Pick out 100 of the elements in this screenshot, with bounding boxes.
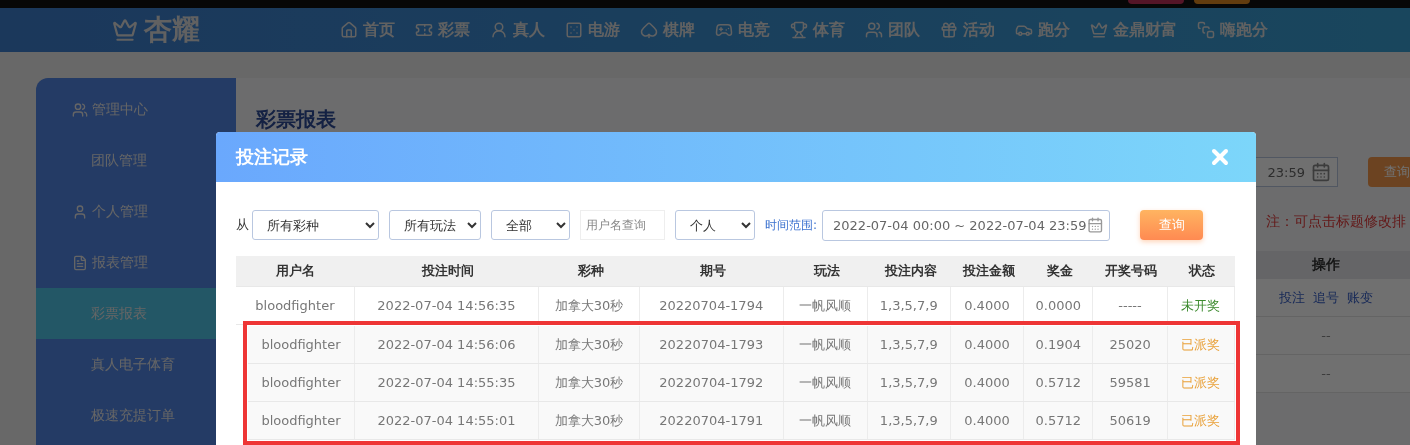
table-cell: 20220704-1792: [640, 364, 784, 401]
status-cell: 已派奖: [1167, 326, 1236, 363]
top-bar-tab[interactable]: [1128, 0, 1184, 4]
scope-select[interactable]: 个人: [675, 210, 755, 240]
table-cell: bloodfighter: [248, 364, 355, 401]
table-cell: 1,3,5,7,9: [867, 326, 951, 363]
nav-link[interactable]: 首页: [340, 19, 395, 41]
table-cell: 一帆风顺: [783, 287, 868, 324]
action-link[interactable]: 账变: [1347, 288, 1373, 307]
username-search-field[interactable]: 用户名查询: [580, 210, 665, 240]
date-range-field[interactable]: 2022-07-04 00:00 ~ 2022-07-04 23:59: [822, 209, 1111, 241]
action-link[interactable]: 投注: [1279, 288, 1305, 307]
from-label: 从: [236, 216, 249, 234]
table-cell: 0.4000: [950, 364, 1025, 401]
person-icon: [490, 21, 508, 39]
table-cell: -----: [1093, 287, 1168, 324]
dialog-title: 投注记录: [236, 145, 308, 169]
site-logo[interactable]: 杏耀: [144, 11, 200, 49]
table-cell: --: [1321, 328, 1331, 343]
sort-hint: 注：可点击标题修改排: [1266, 213, 1407, 231]
table-cell: 1,3,5,7,9: [867, 402, 951, 439]
table-cell: 59581: [1093, 364, 1168, 401]
column-header: 彩种: [576, 262, 605, 280]
table-cell: 0.5712: [1024, 402, 1094, 439]
search-button[interactable]: 查询: [1140, 210, 1204, 240]
column-header: 奖金: [1045, 262, 1074, 280]
dice-icon: [565, 21, 583, 39]
table-cell: bloodfighter: [248, 326, 355, 363]
table-cell: 1,3,5,7,9: [867, 287, 951, 324]
trophy-icon: [790, 21, 808, 39]
page-title: 彩票报表: [256, 106, 337, 133]
column-header: 投注金额: [961, 262, 1016, 280]
table-cell: 0.5712: [1024, 364, 1094, 401]
spade-icon: [640, 21, 658, 39]
top-bar-tab[interactable]: [1194, 0, 1250, 4]
time-range-label: 时间范围:: [765, 216, 818, 234]
table-cell: 20220704-1793: [640, 326, 784, 363]
calendar-icon: [1086, 215, 1104, 235]
table-cell: 20220704-1791: [640, 402, 784, 439]
nav-link[interactable]: 电竞: [715, 19, 770, 41]
filter-select[interactable]: 全部: [491, 210, 570, 240]
column-header: 投注内容: [883, 262, 938, 280]
team-icon: [72, 101, 88, 118]
table-cell: 2022-07-04 14:56:35: [354, 287, 539, 324]
nav-link[interactable]: 电游: [565, 19, 620, 41]
nav-link[interactable]: 彩票: [415, 19, 470, 41]
column-header: 投注时间: [420, 262, 475, 280]
table-cell: 25020: [1093, 326, 1168, 363]
search-button[interactable]: 查询: [1368, 157, 1410, 187]
table-cell: 0.1904: [1024, 326, 1094, 363]
table-cell: 2022-07-04 14:55:01: [354, 402, 540, 439]
document-icon: [72, 254, 88, 271]
table-cell: 20220704-1794: [639, 287, 784, 324]
status-cell: 未开奖: [1167, 287, 1235, 324]
table-cell: bloodfighter: [248, 402, 355, 439]
nav-link[interactable]: 真人: [490, 19, 545, 41]
status-cell: 已派奖: [1167, 402, 1236, 439]
nav-link[interactable]: 活动: [940, 19, 995, 41]
nav-link[interactable]: 体育: [790, 19, 845, 41]
table-cell: 加拿大30秒: [538, 287, 640, 324]
table-cell: 加拿大30秒: [539, 402, 641, 439]
filter-select[interactable]: 所有玩法: [389, 210, 481, 240]
table-cell: 一帆风顺: [783, 326, 868, 363]
table-cell: 2022-07-04 14:56:06: [354, 326, 540, 363]
team-icon: [865, 21, 883, 39]
gamepad-icon: [715, 21, 733, 39]
table-cell: 50619: [1093, 402, 1168, 439]
nav-link[interactable]: 跑分: [1015, 19, 1070, 41]
table-cell: bloodfighter: [236, 287, 355, 324]
user-icon: [72, 203, 88, 220]
table-cell: --: [1321, 366, 1331, 381]
table-cell: 0.4000: [950, 402, 1025, 439]
table-cell: 2022-07-04 14:55:35: [354, 364, 540, 401]
table-cell: 0.4000: [950, 287, 1025, 324]
action-link[interactable]: 追号: [1313, 288, 1339, 307]
crown-icon: [1090, 21, 1108, 39]
column-header: 用户名: [275, 262, 316, 280]
status-cell: 已派奖: [1167, 364, 1236, 401]
column-header: 状态: [1187, 262, 1216, 280]
table-cell: 一帆风顺: [783, 364, 868, 401]
table-cell: 1,3,5,7,9: [867, 364, 951, 401]
nav-link[interactable]: 金鼎财富: [1090, 19, 1177, 41]
table-cell: 0.0000: [1024, 287, 1094, 324]
gift-icon: [940, 21, 958, 39]
home-icon: [340, 21, 358, 39]
ticket-icon: [415, 21, 433, 39]
column-header: 操作: [1312, 256, 1340, 274]
crown-logo-icon: [112, 17, 138, 43]
table-cell: 一帆风顺: [783, 402, 868, 439]
column-header: 开奖号码: [1104, 262, 1158, 280]
table-cell: 加拿大30秒: [539, 326, 641, 363]
filter-select[interactable]: 所有彩种: [252, 210, 379, 240]
column-header: 玩法: [812, 262, 841, 280]
nav-link[interactable]: 棋牌: [640, 19, 695, 41]
square-icon: [1197, 21, 1215, 39]
column-header: 期号: [699, 262, 727, 280]
nav-link[interactable]: 嗨跑分: [1197, 19, 1268, 41]
nav-link[interactable]: 团队: [865, 19, 920, 41]
table-cell: 加拿大30秒: [539, 364, 641, 401]
table-cell: 0.4000: [950, 326, 1025, 363]
